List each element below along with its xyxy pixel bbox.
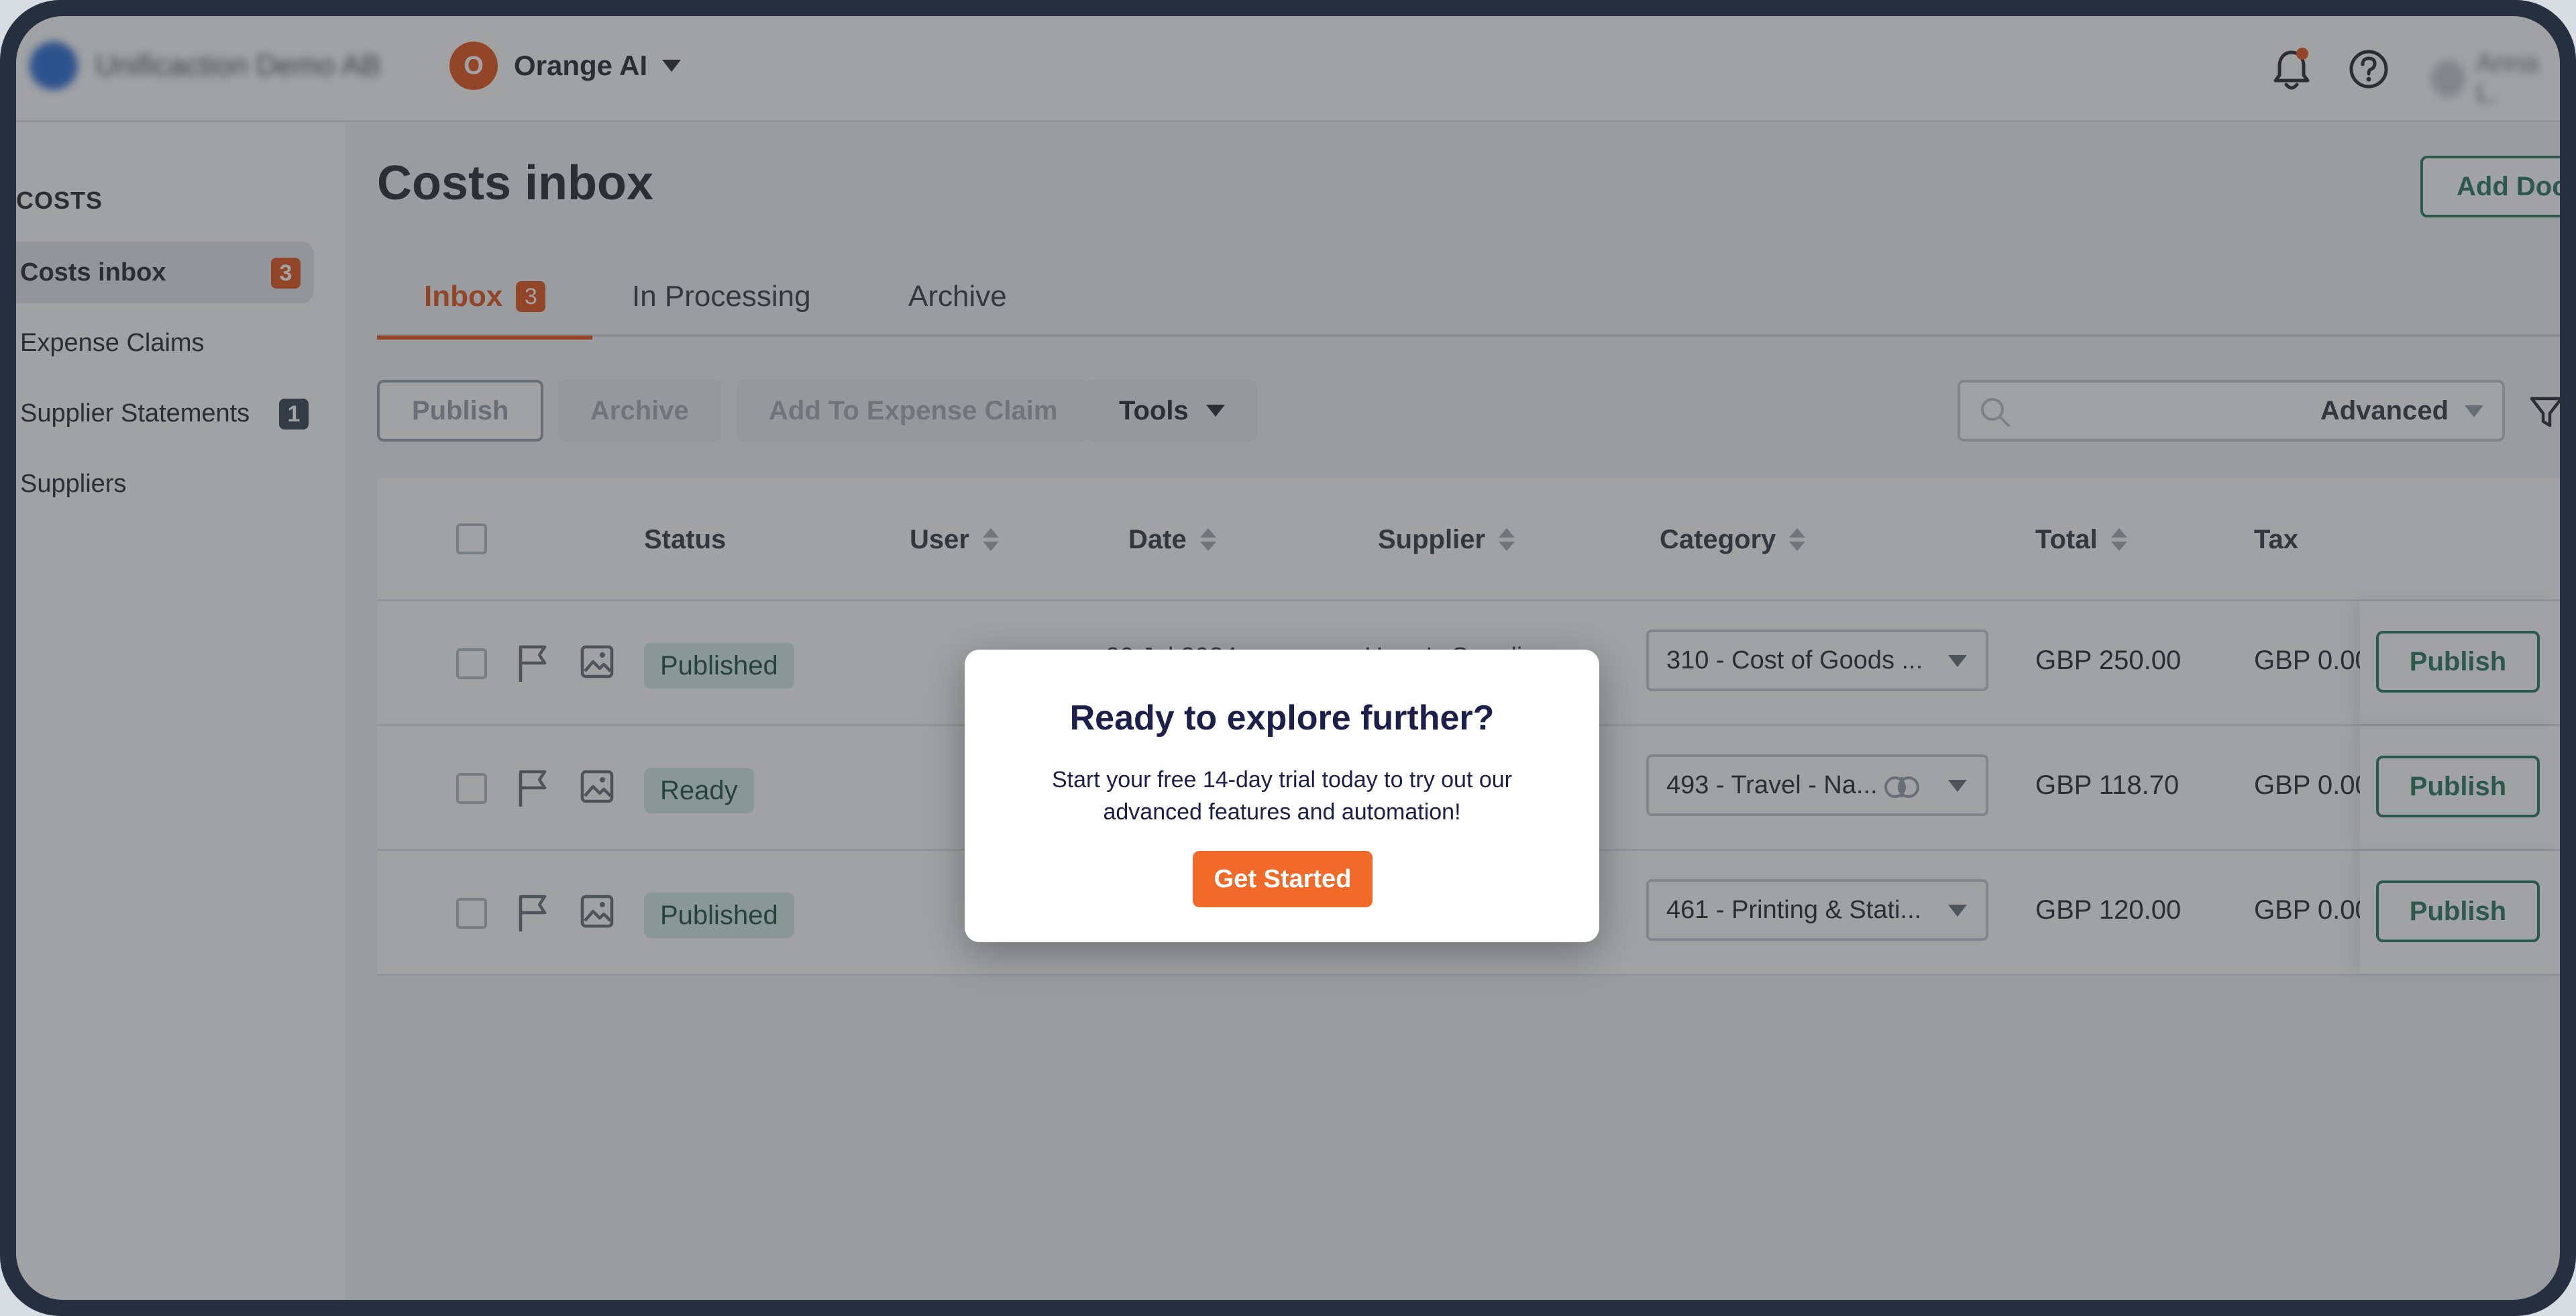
modal-body: Start your free 14-day trial today to tr…: [1052, 767, 1512, 825]
get-started-button[interactable]: Get Started: [1193, 851, 1373, 907]
upgrade-modal: Ready to explore further? Start your fre…: [965, 650, 1599, 942]
modal-title: Ready to explore further?: [1069, 699, 1495, 738]
